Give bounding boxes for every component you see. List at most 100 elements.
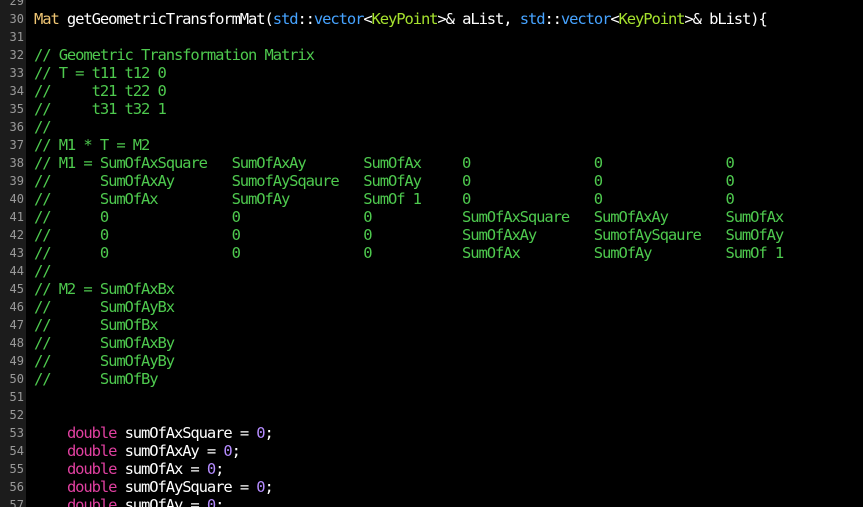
code-line[interactable]: 52 [0, 406, 863, 424]
code-token: // SumOfAyBx [34, 298, 175, 316]
code-line[interactable]: 50 // SumOfBy [0, 370, 863, 388]
code-token: // t31 t32 1 [34, 100, 167, 118]
code-token: // 0 0 0 SumOfAxSquare SumOfAxAy SumOfAx [34, 208, 784, 226]
code-line[interactable]: 43 // 0 0 0 SumOfAx SumOfAy SumOf 1 [0, 244, 863, 262]
code-token: // [34, 262, 52, 280]
code-line[interactable]: 44 // [0, 262, 863, 280]
code-line[interactable]: 53 double sumOfAxSquare = 0; [0, 424, 863, 442]
code-line[interactable]: 45 // M2 = SumOfAxBx [0, 280, 863, 298]
code-line[interactable]: 36 // [0, 118, 863, 136]
code-token: KeyPoint [618, 10, 686, 28]
line-text: // SumOfBy [34, 370, 159, 388]
code-line[interactable]: 37 // M1 * T = M2 [0, 136, 863, 154]
code-line[interactable]: 49 // SumOfAyBy [0, 352, 863, 370]
line-text: // SumOfAyBx [34, 298, 175, 316]
line-text: // 0 0 0 SumOfAxSquare SumOfAxAy SumOfAx [34, 208, 784, 226]
code-token: // SumOfAxBy [34, 334, 175, 352]
line-number: 31 [9, 30, 24, 44]
code-token: // M2 = SumOfAxBx [34, 280, 175, 298]
code-line[interactable]: 34 // t21 t22 0 [0, 82, 863, 100]
line-number: 48 [9, 336, 24, 350]
line-text: // t31 t32 1 [34, 100, 167, 118]
code-line[interactable]: 46 // SumOfAyBx [0, 298, 863, 316]
line-text: // SumOfAxBy [34, 334, 175, 352]
line-number: 47 [9, 318, 24, 332]
code-line[interactable]: 51 [0, 388, 863, 406]
line-number: 49 [9, 354, 24, 368]
code-line[interactable]: 35 // t31 t32 1 [0, 100, 863, 118]
code-token: // SumOfBx [34, 316, 159, 334]
code-token: // t21 t22 0 [34, 82, 167, 100]
line-text: // SumOfAyBy [34, 352, 175, 370]
code-line[interactable]: 33 // T = t11 t12 0 [0, 64, 863, 82]
line-number: 38 [9, 156, 24, 170]
code-line[interactable]: 56 double sumOfAySquare = 0; [0, 478, 863, 496]
line-text: // SumOfAxAy SumofAySqaure SumOfAy 0 0 0 [34, 172, 735, 190]
code-token: KeyPoint [371, 10, 439, 28]
code-token: :: [544, 10, 562, 28]
code-token: < [363, 10, 372, 28]
code-token: :: [297, 10, 315, 28]
code-line[interactable]: 40 // SumOfAx SumOfAy SumOf 1 0 0 0 [0, 190, 863, 208]
code-token: double [66, 442, 118, 460]
line-text: // T = t11 t12 0 [34, 64, 167, 82]
code-token: sumOfAx = [116, 460, 207, 478]
line-number: 32 [9, 48, 24, 62]
code-line[interactable]: 42 // 0 0 0 SumOfAxAy SumofAySqaure SumOf… [0, 226, 863, 244]
code-line[interactable]: 48 // SumOfAxBy [0, 334, 863, 352]
code-line[interactable]: 30 Mat getGeometricTransformMat(std::vect… [0, 10, 863, 28]
code-line[interactable]: 29 [0, 0, 863, 10]
code-line[interactable]: 38 // M1 = SumOfAxSquare SumOfAxAy SumOfA… [0, 154, 863, 172]
code-token: // 0 0 0 SumOfAx SumOfAy SumOf 1 [34, 244, 784, 262]
code-line[interactable]: 55 double sumOfAx = 0; [0, 460, 863, 478]
code-token: ; [264, 424, 274, 442]
code-line[interactable]: 39 // SumOfAxAy SumofAySqaure SumOfAy 0 0… [0, 172, 863, 190]
line-number: 34 [9, 84, 24, 98]
code-token: 0 [223, 442, 232, 460]
code-token: Mat [34, 10, 60, 28]
code-token: 0 [256, 424, 265, 442]
line-text: double sumOfAxSquare = 0; [34, 424, 274, 442]
code-line[interactable]: 31 [0, 28, 863, 46]
line-number: 53 [9, 426, 24, 440]
code-line[interactable]: 41 // 0 0 0 SumOfAxSquare SumOfAxAy SumOf… [0, 208, 863, 226]
code-token: ; [215, 496, 224, 507]
code-token: // SumOfAx SumOfAy SumOf 1 0 0 0 [34, 190, 735, 208]
line-text: // [34, 118, 52, 136]
code-area[interactable]: 2930 Mat getGeometricTransformMat(std::ve… [0, 0, 863, 507]
line-text: // SumOfAx SumOfAy SumOf 1 0 0 0 [34, 190, 735, 208]
line-text: // 0 0 0 SumOfAx SumOfAy SumOf 1 [34, 244, 784, 262]
line-text: // 0 0 0 SumOfAxAy SumofAySqaure SumOfAy [34, 226, 784, 244]
line-number: 57 [9, 498, 24, 507]
code-token: // M1 = SumOfAxSquare SumOfAxAy SumOfAx … [34, 154, 735, 172]
code-line[interactable]: 47 // SumOfBx [0, 316, 863, 334]
line-number: 42 [9, 228, 24, 242]
line-text: Mat getGeometricTransformMat(std::vector… [34, 10, 768, 28]
code-token: // Geometric Transformation Matrix [34, 46, 315, 64]
code-editor[interactable]: 2930 Mat getGeometricTransformMat(std::ve… [0, 0, 863, 507]
code-token: >& bList){ [684, 10, 767, 28]
code-token: vector [313, 10, 365, 28]
code-token: double [66, 478, 118, 496]
line-number: 52 [9, 408, 24, 422]
line-number: 44 [9, 264, 24, 278]
line-number: 39 [9, 174, 24, 188]
line-number: 30 [9, 12, 24, 26]
code-token: ; [215, 460, 224, 478]
code-line[interactable]: 54 double sumOfAxAy = 0; [0, 442, 863, 460]
line-number: 37 [9, 138, 24, 152]
code-token: double [66, 496, 118, 507]
code-token: // [34, 118, 52, 136]
line-number: 33 [9, 66, 24, 80]
code-token: // 0 0 0 SumOfAxAy SumofAySqaure SumOfAy [34, 226, 784, 244]
code-line[interactable]: 32 // Geometric Transformation Matrix [0, 46, 863, 64]
code-line[interactable]: 57 double sumOfAy = 0; [0, 496, 863, 507]
code-token: // SumOfAxAy SumofAySqaure SumOfAy 0 0 0 [34, 172, 735, 190]
line-number: 40 [9, 192, 24, 206]
line-number: 43 [9, 246, 24, 260]
line-text: // [34, 262, 52, 280]
